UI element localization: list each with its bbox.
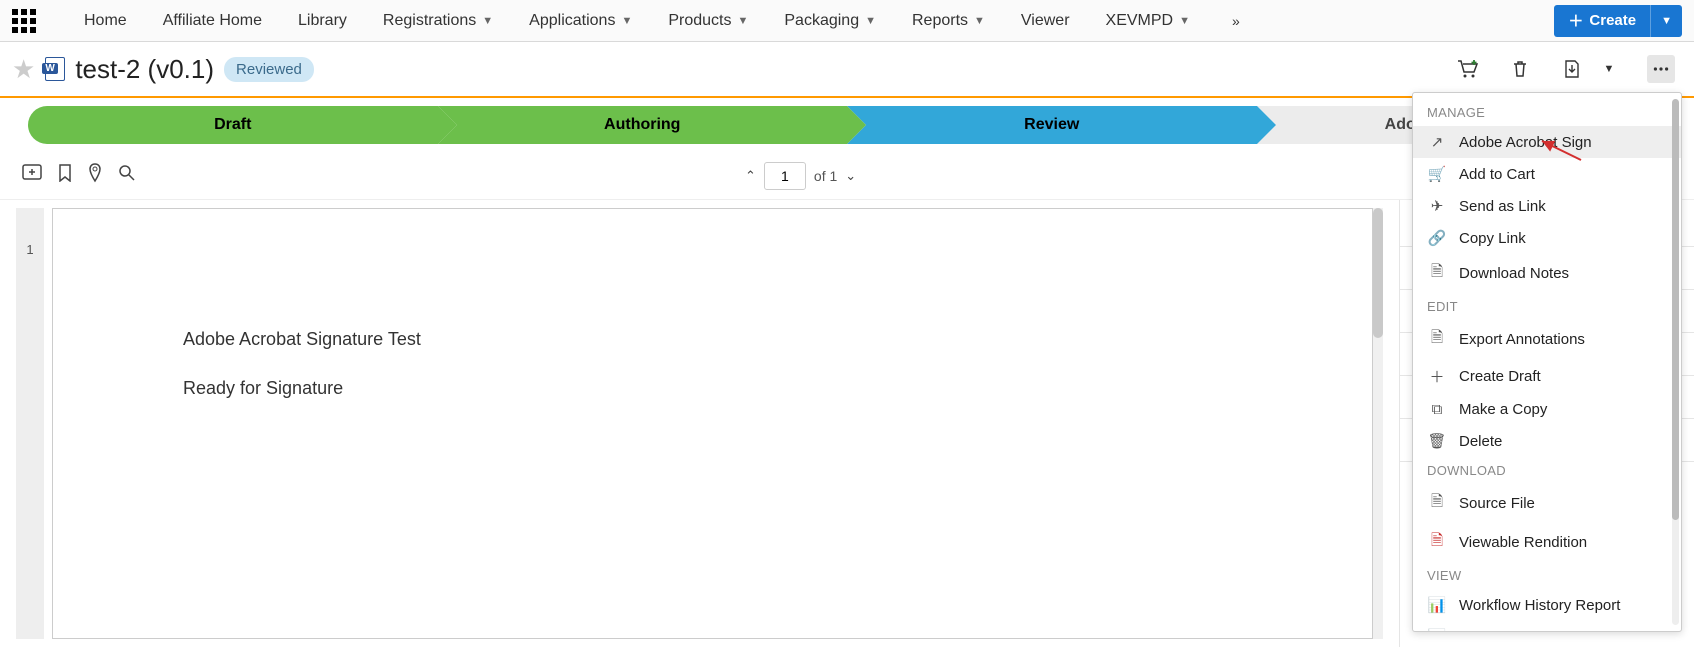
chevron-down-icon: ▼ bbox=[974, 15, 985, 27]
thumb-page-num: 1 bbox=[26, 242, 33, 257]
download-dropdown[interactable]: ▼ bbox=[1595, 55, 1623, 83]
menu-section-manage: MANAGE bbox=[1413, 99, 1681, 126]
mi-export-annotations[interactable]: 🗎Export Annotations bbox=[1413, 320, 1681, 359]
send-icon: ✈ bbox=[1427, 197, 1447, 215]
delete-icon[interactable] bbox=[1506, 55, 1534, 83]
status-badge: Reviewed bbox=[224, 57, 314, 82]
doc-line1: Adobe Acrobat Signature Test bbox=[183, 329, 1242, 350]
thumbnail-strip[interactable]: 1 bbox=[16, 208, 44, 639]
menu-section-download: DOWNLOAD bbox=[1413, 457, 1681, 484]
mi-viewable-rendition[interactable]: 🗎Viewable Rendition bbox=[1413, 523, 1681, 562]
add-comment-icon[interactable] bbox=[22, 164, 42, 187]
stage-review[interactable]: Review bbox=[847, 106, 1257, 144]
mi-source-file[interactable]: 🗎Source File bbox=[1413, 484, 1681, 523]
chevron-down-icon: ▼ bbox=[737, 15, 748, 27]
more-actions-menu: MANAGE ↗Adobe Acrobat Sign 🛒Add to Cart … bbox=[1412, 92, 1682, 632]
external-link-icon: ↗ bbox=[1427, 133, 1447, 151]
menu-section-view: VIEW bbox=[1413, 562, 1681, 589]
stage-authoring[interactable]: Authoring bbox=[438, 106, 848, 144]
chevron-down-icon: ▼ bbox=[865, 15, 876, 27]
favorite-star-icon[interactable]: ★ bbox=[12, 54, 35, 85]
topnav: Home Affiliate Home Library Registration… bbox=[0, 0, 1694, 42]
nav-home[interactable]: Home bbox=[66, 12, 145, 30]
add-to-cart-icon[interactable] bbox=[1454, 55, 1482, 83]
mi-adobe-acrobat-sign[interactable]: ↗Adobe Acrobat Sign bbox=[1413, 126, 1681, 158]
nav-reports[interactable]: Reports▼ bbox=[894, 12, 1003, 30]
create-button[interactable]: ＋Create bbox=[1554, 10, 1650, 31]
page-number-input[interactable] bbox=[764, 162, 806, 190]
mi-add-to-cart[interactable]: 🛒Add to Cart bbox=[1413, 158, 1681, 190]
chevron-down-icon: ▼ bbox=[621, 15, 632, 27]
more-actions-button[interactable] bbox=[1647, 55, 1675, 83]
plus-icon: ＋ bbox=[1427, 366, 1447, 387]
page-canvas[interactable]: Adobe Acrobat Signature Test Ready for S… bbox=[52, 208, 1373, 639]
word-doc-icon bbox=[45, 57, 65, 81]
next-page-icon[interactable]: ⌄ bbox=[845, 168, 856, 184]
search-icon[interactable] bbox=[118, 164, 136, 187]
copy-icon: ⧉ bbox=[1427, 401, 1447, 418]
nav-viewer[interactable]: Viewer bbox=[1003, 12, 1088, 30]
bookmark-icon[interactable] bbox=[58, 164, 72, 187]
mi-download-notes[interactable]: 🗎Download Notes bbox=[1413, 254, 1681, 293]
create-dropdown[interactable]: ▼ bbox=[1650, 5, 1682, 37]
chart-icon: 📊 bbox=[1427, 596, 1447, 614]
doc-line2: Ready for Signature bbox=[183, 378, 1242, 399]
viewer-scrollbar[interactable] bbox=[1373, 208, 1383, 639]
location-icon[interactable] bbox=[88, 163, 102, 188]
nav-packaging[interactable]: Packaging▼ bbox=[766, 12, 894, 30]
doc-header: ★ test-2 (v0.1) Reviewed ▼ bbox=[0, 42, 1694, 98]
menu-scrollbar[interactable] bbox=[1672, 99, 1679, 625]
prev-page-icon[interactable]: ⌃ bbox=[745, 168, 756, 184]
nav-applications[interactable]: Applications▼ bbox=[511, 12, 650, 30]
mi-duplicate-content-report[interactable]: 📊Duplicate Content Report bbox=[1413, 621, 1681, 632]
nav-products[interactable]: Products▼ bbox=[650, 12, 766, 30]
chevrons-right-icon: » bbox=[1232, 13, 1240, 29]
create-button-group: ＋Create ▼ bbox=[1554, 5, 1682, 37]
mi-create-draft[interactable]: ＋Create Draft bbox=[1413, 359, 1681, 394]
nav-more[interactable]: » bbox=[1208, 13, 1258, 29]
doc-viewer: 1 Adobe Acrobat Signature Test Ready for… bbox=[0, 200, 1399, 647]
nav-affiliate-home[interactable]: Affiliate Home bbox=[145, 12, 280, 30]
doc-download-icon: 🗎 bbox=[1427, 261, 1447, 286]
export-icon: 🗎 bbox=[1427, 327, 1447, 352]
trash-icon: 🗑 bbox=[1427, 432, 1447, 450]
mi-send-as-link[interactable]: ✈Send as Link bbox=[1413, 190, 1681, 222]
apps-icon[interactable] bbox=[12, 9, 36, 33]
menu-section-edit: EDIT bbox=[1413, 293, 1681, 320]
doc-icon: 🗎 bbox=[1427, 491, 1447, 516]
doc-title: test-2 (v0.1) bbox=[75, 54, 214, 85]
nav-registrations[interactable]: Registrations▼ bbox=[365, 12, 511, 30]
chevron-down-icon: ▼ bbox=[1179, 15, 1190, 27]
cart-plus-icon: 🛒 bbox=[1427, 165, 1447, 183]
mi-delete[interactable]: 🗑Delete bbox=[1413, 425, 1681, 457]
mi-copy-link[interactable]: 🔗Copy Link bbox=[1413, 222, 1681, 254]
mi-workflow-history-report[interactable]: 📊Workflow History Report bbox=[1413, 589, 1681, 621]
page-total: of 1 bbox=[814, 168, 837, 184]
nav-xevmpd[interactable]: XEVMPD▼ bbox=[1088, 12, 1208, 30]
download-icon[interactable] bbox=[1558, 55, 1586, 83]
stage-draft[interactable]: Draft bbox=[28, 106, 438, 144]
chart-icon: 📊 bbox=[1427, 628, 1447, 632]
nav-library[interactable]: Library bbox=[280, 12, 365, 30]
mi-make-a-copy[interactable]: ⧉Make a Copy bbox=[1413, 394, 1681, 425]
chevron-down-icon: ▼ bbox=[482, 15, 493, 27]
link-icon: 🔗 bbox=[1427, 229, 1447, 247]
pdf-icon: 🗎 bbox=[1427, 530, 1447, 555]
